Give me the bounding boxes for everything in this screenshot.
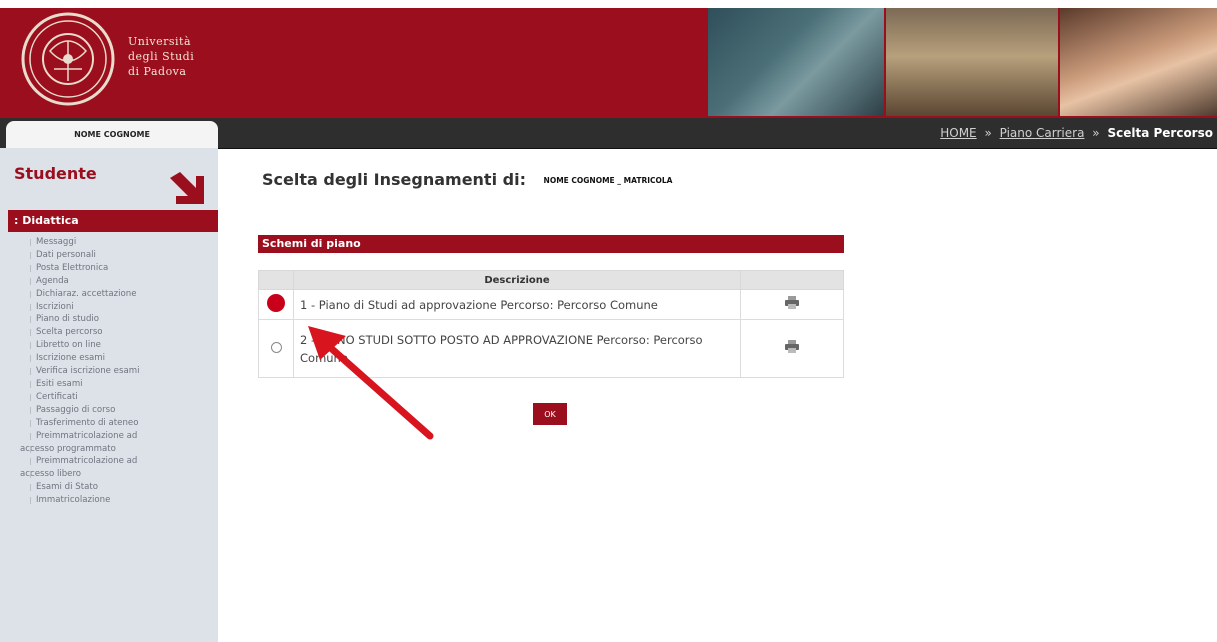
table-row: 1 - Piano di Studi ad approvazione Perco… [258, 289, 844, 320]
radio-selected-marker[interactable] [267, 294, 285, 312]
breadcrumb-separator: » [984, 126, 992, 140]
header-banner: Università degli Studi di Padova [0, 0, 1217, 118]
schemi-di-piano-header: Schemi di piano [258, 235, 844, 253]
sidebar-item-dati-personali[interactable]: Dati personali [0, 249, 218, 262]
breadcrumb-home-link[interactable]: HOME [940, 126, 976, 140]
ok-button[interactable]: OK [533, 403, 567, 425]
sidebar-item-preimmatricolazione-libero-cont[interactable]: accesso libero [0, 468, 218, 481]
sidebar-item-iscrizioni[interactable]: Iscrizioni [0, 301, 218, 314]
sidebar: Studente : Didattica Messaggi Dati perso… [0, 148, 218, 642]
sidebar-item-preimmatricolazione-programmato[interactable]: Preimmatricolazione ad [0, 430, 218, 443]
sidebar-item-preimmatricolazione-programmato-cont[interactable]: accesso programmato [0, 443, 218, 456]
printer-icon[interactable] [784, 340, 800, 354]
sidebar-item-esiti-esami[interactable]: Esiti esami [0, 378, 218, 391]
table-cell-radio [258, 289, 294, 320]
sidebar-item-certificati[interactable]: Certificati [0, 391, 218, 404]
sidebar-item-trasferimento-di-ateneo[interactable]: Trasferimento di ateneo [0, 417, 218, 430]
university-name-line3: di Padova [128, 65, 187, 78]
sidebar-item-immatricolazione[interactable]: Immatricolazione [0, 494, 218, 507]
sidebar-item-posta-elettronica[interactable]: Posta Elettronica [0, 262, 218, 275]
sidebar-item-preimmatricolazione-libero[interactable]: Preimmatricolazione ad [0, 455, 218, 468]
sidebar-item-agenda[interactable]: Agenda [0, 275, 218, 288]
radio-button[interactable] [270, 341, 282, 353]
table-cell-print [740, 289, 844, 320]
schemi-table: Descrizione 1 - Piano di Studi ad approv… [258, 270, 844, 378]
page-title: Scelta degli Insegnamenti di: NOME COGNO… [262, 170, 672, 189]
table-row: 2 - PIANO STUDI SOTTO POSTO AD APPROVAZI… [258, 319, 844, 378]
sidebar-item-passaggio-di-corso[interactable]: Passaggio di corso [0, 404, 218, 417]
header-top-strip [0, 0, 1217, 8]
breadcrumb-piano-carriera-link[interactable]: Piano Carriera [1000, 126, 1085, 140]
user-name-tab[interactable]: NOME COGNOME [6, 121, 218, 148]
table-cell-description: 2 - PIANO STUDI SOTTO POSTO AD APPROVAZI… [293, 319, 741, 378]
table-cell-print [740, 319, 844, 378]
sidebar-item-esami-di-stato[interactable]: Esami di Stato [0, 481, 218, 494]
university-name[interactable]: Università degli Studi di Padova [128, 34, 194, 79]
sidebar-item-verifica-iscrizione-esami[interactable]: Verifica iscrizione esami [0, 365, 218, 378]
table-header-row: Descrizione [258, 270, 844, 290]
sidebar-item-messaggi[interactable]: Messaggi [0, 236, 218, 249]
university-name-line2: degli Studi [128, 50, 195, 63]
arrow-down-right-icon [170, 172, 204, 204]
sidebar-item-scelta-percorso[interactable]: Scelta percorso [0, 326, 218, 339]
breadcrumb: HOME » Piano Carriera » Scelta Percorso [940, 121, 1213, 145]
university-seal-icon [21, 12, 115, 106]
table-header-empty [258, 270, 294, 290]
header-photo-hands [708, 8, 884, 116]
header-photo-student [1060, 8, 1217, 116]
table-cell-radio [258, 319, 294, 378]
breadcrumb-current: Scelta Percorso [1107, 126, 1213, 140]
breadcrumb-separator: » [1092, 126, 1100, 140]
sidebar-menu: Messaggi Dati personali Posta Elettronic… [0, 236, 218, 507]
sidebar-item-dichiarazione-accettazione[interactable]: Dichiaraz. accettazione [0, 288, 218, 301]
sidebar-item-iscrizione-esami[interactable]: Iscrizione esami [0, 352, 218, 365]
printer-icon[interactable] [784, 296, 800, 310]
page-title-text: Scelta degli Insegnamenti di: [262, 170, 526, 189]
sidebar-title: Studente [14, 164, 97, 183]
sidebar-item-piano-di-studio[interactable]: Piano di studio [0, 313, 218, 326]
sidebar-item-libretto-on-line[interactable]: Libretto on line [0, 339, 218, 352]
header-photo-anatomical-theatre [886, 8, 1058, 116]
university-name-line1: Università [128, 35, 191, 48]
student-identifier: NOME COGNOME _ MATRICOLA [543, 176, 673, 185]
table-header-descrizione: Descrizione [293, 270, 741, 290]
table-cell-description: 1 - Piano di Studi ad approvazione Perco… [293, 289, 741, 320]
sidebar-section-didattica[interactable]: : Didattica [8, 210, 218, 232]
table-header-empty [740, 270, 844, 290]
